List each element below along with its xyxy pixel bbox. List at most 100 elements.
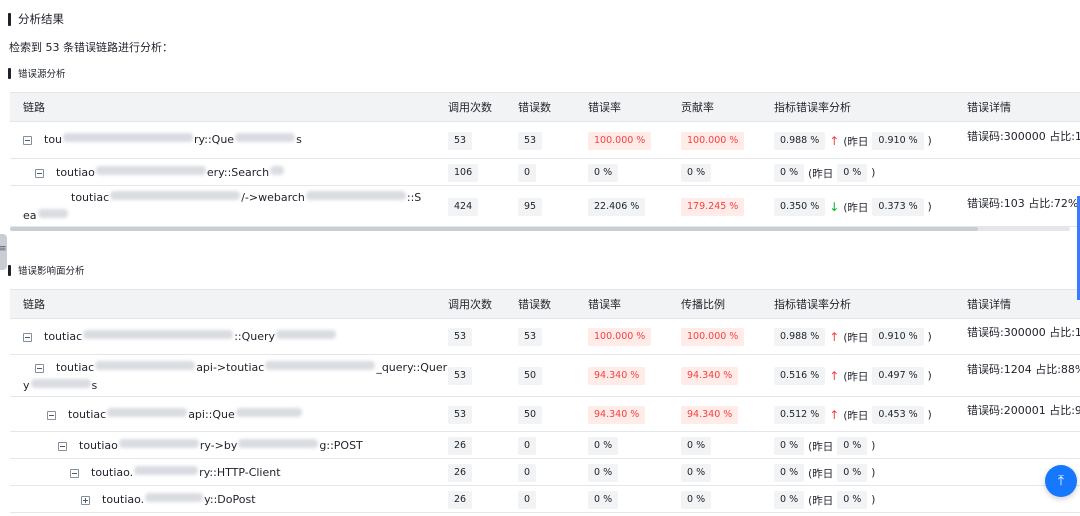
chain-cell: toutiao. y::DoPost xyxy=(81,493,256,506)
errors-value: 50 xyxy=(518,367,543,385)
chain-text: ea xyxy=(23,209,37,222)
paren-close: ) xyxy=(927,370,932,382)
calls-value: 26 xyxy=(448,491,473,509)
chain-cell: toutiac api->toutiac _query::Quer y s xyxy=(23,361,447,392)
error-rate-value: 0 % xyxy=(588,464,619,482)
metric-value: 0 % xyxy=(774,464,805,482)
metric-cell: 0.350 % ↓ (昨日 0.373 % ) xyxy=(774,198,932,216)
yesterday-label: (昨日 xyxy=(843,201,869,214)
yesterday-label: (昨日 xyxy=(808,167,834,180)
horizontal-scrollbar[interactable] xyxy=(10,227,1070,231)
yesterday-label: (昨日 xyxy=(808,440,834,453)
metric-cell: 0.512 % ↑ (昨日 0.453 % ) xyxy=(774,406,932,424)
collapse-toggle[interactable] xyxy=(35,169,44,178)
analysis-page: 分析结果 检索到 53 条错误链路进行分析： 错误源分析 链路 调用次数 错误数… xyxy=(0,0,1080,516)
table-row[interactable]: tou ry::Que s 53 53 100.000 % 100.000 % … xyxy=(10,122,1080,159)
error-rate-value: 100.000 % xyxy=(588,132,652,150)
spread-value: 0 % xyxy=(681,491,712,509)
chain-cell: tou ry::Que s xyxy=(23,133,302,146)
chain-cell: toutiac api::Que xyxy=(47,408,303,421)
chain-text: toutiac xyxy=(71,191,110,204)
collapse-toggle[interactable] xyxy=(23,333,32,342)
chain-text: s xyxy=(91,379,98,392)
errors-value: 0 xyxy=(518,464,537,482)
calls-value: 53 xyxy=(448,328,473,346)
contrib-value: 0 % xyxy=(681,164,712,182)
contrib-value: 100.000 % xyxy=(681,132,745,150)
table-row[interactable]: toutiao ery::Search 106 0 0 % 0 % 0 % (昨… xyxy=(10,159,1080,186)
chain-cell: toutiao ry->by g::POST xyxy=(58,439,363,452)
collapse-toggle[interactable] xyxy=(58,442,67,451)
metric-value: 0 % xyxy=(774,164,805,182)
yesterday-value: 0 % xyxy=(837,491,868,509)
col-errors: 错误数 xyxy=(518,101,551,114)
arrow-up-icon: ↑ xyxy=(829,134,840,148)
error-detail: 错误码:300000 占比:10 xyxy=(967,326,1080,339)
metric-cell: 0 % (昨日 0 % ) xyxy=(774,491,875,509)
table-row[interactable]: toutiao ry->by g::POST 26 0 0 % 0 % 0 % … xyxy=(10,432,1080,459)
chain-cell: toutiac /->webarch ::S ea xyxy=(23,191,421,222)
chain-text: y::DoPost xyxy=(204,493,256,506)
errors-value: 0 xyxy=(518,164,537,182)
yesterday-value: 0.910 % xyxy=(872,328,924,346)
collapse-toggle[interactable] xyxy=(47,411,56,420)
error-detail: 错误码:103 占比:72% xyxy=(967,197,1079,210)
paren-close: ) xyxy=(927,135,932,147)
yesterday-label: (昨日 xyxy=(843,370,869,383)
chain-text: toutiac xyxy=(44,330,83,343)
table-row[interactable]: toutiao. y::DoPost 26 0 0 % 0 % 0 % (昨日 … xyxy=(10,486,1080,513)
chain-text: toutiao. xyxy=(102,493,145,506)
collapse-toggle[interactable] xyxy=(70,469,79,478)
impact-table-title-text: 错误影响面分析 xyxy=(18,266,85,277)
metric-value: 0 % xyxy=(774,491,805,509)
table-row[interactable]: toutiac api::Que 53 50 94.340 % 94.340 %… xyxy=(10,397,1080,432)
contrib-value: 179.245 % xyxy=(681,198,745,216)
table-row[interactable]: toutiac ::Query 53 53 100.000 % 100.000 … xyxy=(10,319,1080,355)
collapse-toggle[interactable] xyxy=(35,364,44,373)
chain-text: api->toutiac xyxy=(196,361,265,374)
error-rate-value: 0 % xyxy=(588,437,619,455)
expand-toggle[interactable] xyxy=(81,496,90,505)
col-metric: 指标错误率分析 xyxy=(774,298,851,311)
chain-text: ::S xyxy=(406,191,422,204)
yesterday-label: (昨日 xyxy=(808,467,834,480)
chain-text: y xyxy=(23,379,30,392)
errors-value: 53 xyxy=(518,132,543,150)
menu-icon[interactable] xyxy=(0,234,7,270)
col-contrib: 贡献率 xyxy=(681,101,714,114)
calls-value: 26 xyxy=(448,464,473,482)
col-errors: 错误数 xyxy=(518,298,551,311)
chain-text: ry::HTTP-Client xyxy=(199,466,281,479)
metric-cell: 0.988 % ↑ (昨日 0.910 % ) xyxy=(774,328,932,346)
table-row[interactable]: toutiao. ry::HTTP-Client 26 0 0 % 0 % 0 … xyxy=(10,459,1080,486)
paren-close: ) xyxy=(927,409,932,421)
col-spread: 传播比例 xyxy=(681,298,725,311)
yesterday-label: (昨日 xyxy=(808,494,834,507)
chain-text: toutiao xyxy=(56,166,95,179)
col-detail: 错误详情 xyxy=(967,101,1011,114)
paren-close: ) xyxy=(871,440,876,452)
collapse-toggle[interactable] xyxy=(23,136,32,145)
error-detail: 错误码:300000 占比:10 xyxy=(967,130,1080,143)
col-rate: 错误率 xyxy=(588,298,621,311)
table-row[interactable]: toutiac /->webarch ::S ea 424 95 22.406 … xyxy=(10,186,1080,227)
error-rate-value: 100.000 % xyxy=(588,328,652,346)
source-table-title-text: 错误源分析 xyxy=(18,69,66,80)
source-table-title: 错误源分析 xyxy=(8,66,66,80)
arrow-up-icon: ↑ xyxy=(829,330,840,344)
col-detail: 错误详情 xyxy=(967,298,1011,311)
arrow-up-to-top-icon[interactable]: ⤒ xyxy=(1045,465,1077,497)
summary-text: 检索到 53 条错误链路进行分析： xyxy=(9,41,173,54)
yesterday-label: (昨日 xyxy=(843,135,869,148)
table-row[interactable]: toutiac api->toutiac _query::Quer y s 53… xyxy=(10,355,1080,397)
paren-close: ) xyxy=(927,201,932,213)
chain-cell: toutiac ::Query xyxy=(23,330,337,343)
metric-value: 0.988 % xyxy=(774,328,826,346)
metric-value: 0.512 % xyxy=(774,406,826,424)
error-rate-value: 94.340 % xyxy=(588,406,646,424)
yesterday-value: 0.910 % xyxy=(872,132,924,150)
calls-value: 53 xyxy=(448,406,473,424)
chain-text: toutiao. xyxy=(91,466,134,479)
metric-value: 0.516 % xyxy=(774,367,826,385)
metric-cell: 0 % (昨日 0 % ) xyxy=(774,164,875,182)
